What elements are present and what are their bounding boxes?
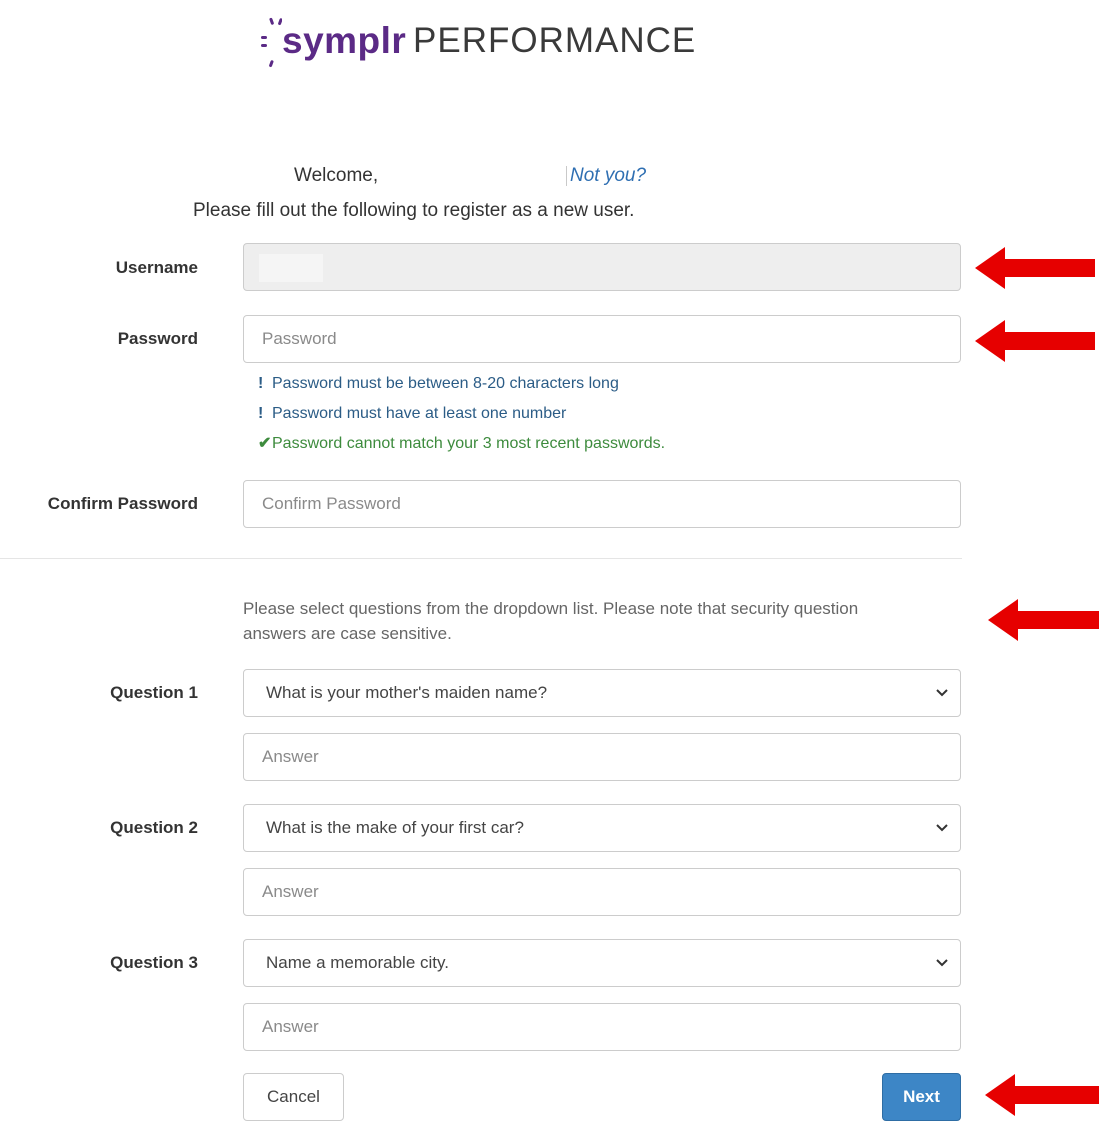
question-3-selected: Name a memorable city. [266,953,449,972]
rule-text: Password cannot match your 3 most recent… [272,435,666,452]
annotation-arrow-icon [988,599,1099,641]
cancel-button[interactable]: Cancel [243,1073,344,1121]
answer-1-field[interactable] [243,733,961,781]
logo-spark-icon [261,17,282,68]
chevron-down-icon [936,959,948,967]
annotation-arrow-icon [985,1074,1099,1116]
checkmark-icon: ✔ [258,435,272,452]
answer-3-field[interactable] [243,1003,961,1051]
section-divider [0,558,962,559]
question-3-select[interactable]: Name a memorable city. [243,939,961,987]
exclamation-icon: ! [258,375,264,392]
password-rule-history: ✔Password cannot match your 3 most recen… [258,434,665,454]
next-button[interactable]: Next [882,1073,961,1121]
answer-2-field[interactable] [243,868,961,916]
username-label: Username [115,258,198,277]
logo-brand-text: symplr [282,20,407,61]
symplr-performance-logo: symplr PERFORMANCE [252,14,712,74]
question-1-select[interactable]: What is your mother's maiden name? [243,669,961,717]
security-questions-note: Please select questions from the dropdow… [243,599,859,643]
not-you-container: Not you? [566,165,646,187]
rule-text: Password must be between 8-20 characters… [272,375,619,392]
password-label: Password [117,329,198,348]
confirm-password-label: Confirm Password [47,494,198,513]
username-redacted [259,254,323,282]
confirm-password-field[interactable] [243,480,961,528]
not-you-link[interactable]: Not you? [570,165,646,186]
question-2-selected: What is the make of your first car? [266,818,524,837]
username-field [243,243,961,291]
question-2-label: Question 2 [110,818,198,837]
password-field[interactable] [243,315,961,363]
question-3-label: Question 3 [110,953,198,972]
welcome-greeting: Welcome, [294,165,379,186]
question-1-label: Question 1 [110,683,198,702]
rule-text: Password must have at least one number [272,405,567,422]
exclamation-icon: ! [258,405,264,422]
chevron-down-icon [936,824,948,832]
chevron-down-icon [936,689,948,697]
annotation-arrow-icon [975,320,1095,362]
annotation-arrow-icon [975,247,1095,289]
registration-intro: Please fill out the following to registe… [193,200,635,221]
question-1-selected: What is your mother's maiden name? [266,683,548,702]
divider-bar [566,165,567,186]
question-2-select[interactable]: What is the make of your first car? [243,804,961,852]
logo-product-text: PERFORMANCE [413,21,697,60]
password-rule-number: ! Password must have at least one number [258,404,566,424]
password-rule-length: ! Password must be between 8-20 character… [258,374,619,394]
